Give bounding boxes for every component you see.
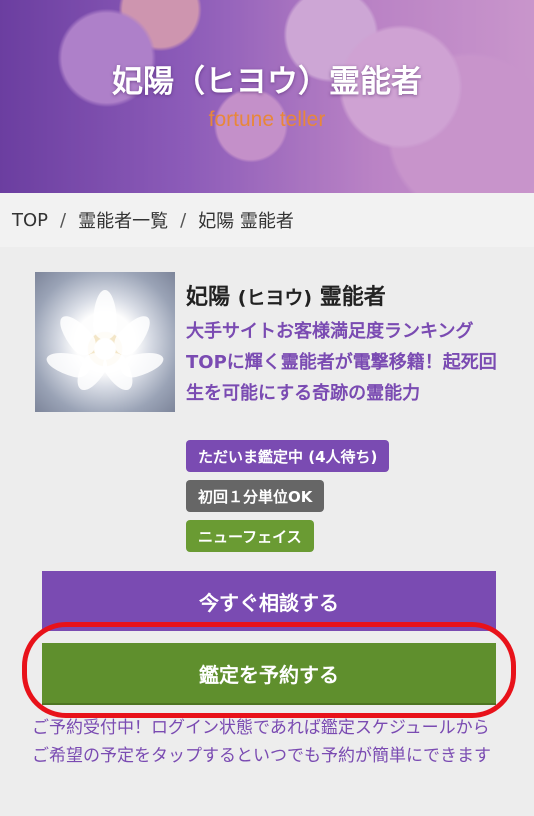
reservation-note: ご予約受付中！ログイン状態であれば鑑定スケジュールからご希望の予定をタップすると… [32, 718, 491, 766]
page-subtitle: fortune teller [208, 108, 326, 131]
reserve-reading-button[interactable]: 鑑定を予約する [42, 643, 496, 703]
breadcrumb-separator: / [180, 209, 187, 231]
name-text: 妃陽 [186, 285, 231, 310]
name-role: 霊能者 [319, 285, 386, 310]
profile-section: 妃陽 (ヒヨウ) 霊能者 大手サイトお客様満足度ランキングTOPに輝く霊能者が電… [0, 247, 534, 816]
per-minute-badge: 初回１分単位OK [186, 480, 325, 512]
catchphrase: 大手サイトお客様満足度ランキングTOPに輝く霊能者が電撃移籍！起死回生を可能にす… [186, 321, 497, 404]
fortune-teller-name: 妃陽 (ヒヨウ) 霊能者 [186, 279, 386, 311]
status-badge: ただいま鑑定中 (4人待ち) [186, 440, 390, 472]
breadcrumb-separator: / [60, 209, 67, 231]
breadcrumb: TOP / 霊能者一覧 / 妃陽 霊能者 [0, 193, 534, 247]
new-face-badge: ニューフェイス [186, 520, 314, 552]
name-kana: (ヒヨウ) [237, 287, 313, 309]
breadcrumb-top-link[interactable]: TOP [12, 210, 48, 231]
consult-now-button[interactable]: 今すぐ相談する [42, 571, 496, 631]
breadcrumb-list-link[interactable]: 霊能者一覧 [78, 207, 168, 233]
page-title: 妃陽（ヒヨウ）霊能者 [112, 64, 422, 100]
breadcrumb-current: 妃陽 霊能者 [198, 211, 294, 232]
profile-photo [35, 272, 175, 412]
header-banner: 妃陽（ヒヨウ）霊能者 fortune teller [0, 0, 534, 193]
